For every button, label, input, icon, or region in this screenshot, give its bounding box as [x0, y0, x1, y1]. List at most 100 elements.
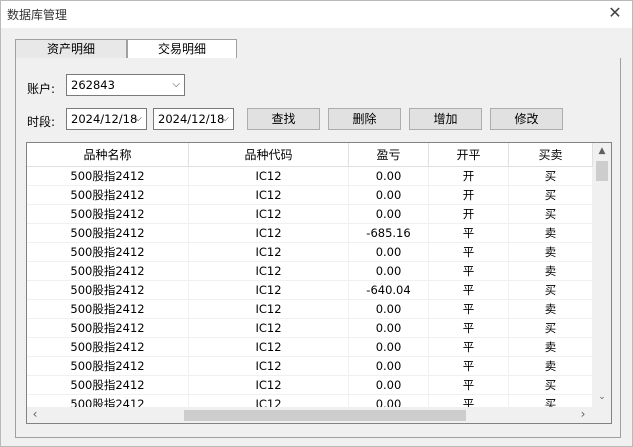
account-select[interactable]: 262843 ⌵ — [66, 74, 185, 96]
cell-name: 500股指2412 — [27, 357, 189, 376]
cell-buy-sell: 买 — [509, 186, 593, 205]
date-from-value: 2024/12/18 — [71, 112, 138, 126]
tab-asset-details[interactable]: 资产明细 — [15, 39, 127, 59]
cell-pnl: 0.00 — [349, 376, 429, 395]
cell-pnl: -685.16 — [349, 224, 429, 243]
cell-name: 500股指2412 — [27, 281, 189, 300]
table-row[interactable]: 500股指2412 IC12 0.00 开买 — [27, 186, 593, 205]
cell-pnl: 0.00 — [349, 319, 429, 338]
cell-name: 500股指2412 — [27, 186, 189, 205]
table-row[interactable]: 500股指2412 IC12 0.00 平卖 — [27, 243, 593, 262]
tab-trade-details[interactable]: 交易明细 — [127, 39, 237, 60]
table-row[interactable]: 500股指2412 IC12 0.00 平卖 — [27, 338, 593, 357]
cell-open-close: 平 — [429, 262, 509, 281]
arrow-right-icon[interactable]: › — [575, 407, 591, 423]
delete-button[interactable]: 删除 — [328, 108, 401, 130]
cell-name: 500股指2412 — [27, 224, 189, 243]
cell-buy-sell: 买 — [509, 319, 593, 338]
cell-pnl: 0.00 — [349, 205, 429, 224]
cell-buy-sell: 买 — [509, 205, 593, 224]
horizontal-scrollbar[interactable]: ‹ › — [27, 407, 593, 423]
horizontal-scroll-thumb[interactable] — [184, 410, 466, 421]
arrow-down-icon[interactable]: ⌄ — [593, 389, 611, 405]
column-header-name[interactable]: 品种名称 — [27, 143, 189, 167]
column-header-buy-sell[interactable]: 买卖 — [509, 143, 593, 167]
cell-pnl: 0.00 — [349, 338, 429, 357]
cell-buy-sell: 卖 — [509, 357, 593, 376]
table-row[interactable]: 500股指2412 IC12 0.00 平买 — [27, 395, 593, 407]
table-row[interactable]: 500股指2412 IC12 0.00 平卖 — [27, 262, 593, 281]
cell-buy-sell: 买 — [509, 395, 593, 407]
cell-open-close: 平 — [429, 243, 509, 262]
cell-name: 500股指2412 — [27, 395, 189, 407]
cell-pnl: 0.00 — [349, 395, 429, 407]
cell-code: IC12 — [189, 243, 349, 262]
trade-table: 品种名称 品种代码 盈亏 开平 买卖 500股指2412 IC12 0.00 开买 50… — [26, 142, 612, 424]
arrow-up-icon[interactable]: ▲ — [593, 143, 611, 159]
cell-buy-sell: 卖 — [509, 262, 593, 281]
cell-pnl: 0.00 — [349, 243, 429, 262]
cell-code: IC12 — [189, 281, 349, 300]
edit-button[interactable]: 修改 — [490, 108, 563, 130]
cell-pnl: 0.00 — [349, 300, 429, 319]
cell-name: 500股指2412 — [27, 243, 189, 262]
arrow-left-icon[interactable]: ‹ — [27, 407, 43, 423]
table-row[interactable]: 500股指2412 IC12 0.00 平买 — [27, 376, 593, 395]
date-from-picker[interactable]: 2024/12/18 ⌵ — [66, 108, 147, 130]
date-to-value: 2024/12/18 — [158, 112, 225, 126]
cell-buy-sell: 买 — [509, 281, 593, 300]
table-row[interactable]: 500股指2412 IC12 0.00 开买 — [27, 167, 593, 186]
title-bar: 数据库管理 ✕ — [1, 1, 632, 28]
tab-strip: 资产明细 交易明细 — [15, 39, 621, 60]
add-button[interactable]: 增加 — [409, 108, 482, 130]
cell-name: 500股指2412 — [27, 262, 189, 281]
table-row[interactable]: 500股指2412 IC12 -685.16 平卖 — [27, 224, 593, 243]
column-header-code[interactable]: 品种代码 — [189, 143, 349, 167]
cell-name: 500股指2412 — [27, 319, 189, 338]
cell-open-close: 平 — [429, 376, 509, 395]
chevron-down-icon: ⌵ — [221, 113, 229, 124]
table-row[interactable]: 500股指2412 IC12 0.00 开买 — [27, 205, 593, 224]
date-to-picker[interactable]: 2024/12/18 ⌵ — [153, 108, 234, 130]
cell-open-close: 平 — [429, 357, 509, 376]
cell-open-close: 平 — [429, 395, 509, 407]
scrollbar-corner — [593, 407, 611, 423]
cell-name: 500股指2412 — [27, 338, 189, 357]
cell-open-close: 平 — [429, 224, 509, 243]
cell-buy-sell: 卖 — [509, 243, 593, 262]
cell-open-close: 平 — [429, 300, 509, 319]
account-label: 账户: — [27, 82, 56, 96]
cell-code: IC12 — [189, 357, 349, 376]
cell-code: IC12 — [189, 186, 349, 205]
account-value: 262843 — [71, 78, 115, 92]
close-icon[interactable]: ✕ — [606, 4, 624, 22]
table-header: 品种名称 品种代码 盈亏 开平 买卖 — [27, 143, 593, 167]
cell-buy-sell: 卖 — [509, 224, 593, 243]
cell-pnl: 0.00 — [349, 262, 429, 281]
cell-code: IC12 — [189, 262, 349, 281]
cell-pnl: -640.04 — [349, 281, 429, 300]
vertical-scroll-thumb[interactable] — [596, 161, 608, 181]
cell-buy-sell: 卖 — [509, 300, 593, 319]
window-title: 数据库管理 — [7, 8, 68, 22]
cell-open-close: 平 — [429, 281, 509, 300]
cell-buy-sell: 卖 — [509, 338, 593, 357]
table-row[interactable]: 500股指2412 IC12 -640.04 平买 — [27, 281, 593, 300]
table-body: 500股指2412 IC12 0.00 开买 500股指2412 IC12 0.00 开买 50… — [27, 167, 593, 407]
cell-code: IC12 — [189, 224, 349, 243]
cell-code: IC12 — [189, 300, 349, 319]
column-header-open-close[interactable]: 开平 — [429, 143, 509, 167]
cell-pnl: 0.00 — [349, 186, 429, 205]
table-row[interactable]: 500股指2412 IC12 0.00 平买 — [27, 319, 593, 338]
cell-buy-sell: 买 — [509, 167, 593, 186]
table-row[interactable]: 500股指2412 IC12 0.00 平卖 — [27, 357, 593, 376]
table-row[interactable]: 500股指2412 IC12 0.00 平卖 — [27, 300, 593, 319]
cell-open-close: 平 — [429, 319, 509, 338]
chevron-down-icon: ⌵ — [172, 79, 180, 90]
cell-open-close: 平 — [429, 338, 509, 357]
cell-code: IC12 — [189, 338, 349, 357]
column-header-pnl[interactable]: 盈亏 — [349, 143, 429, 167]
vertical-scrollbar[interactable]: ▲ ⌄ — [593, 143, 611, 407]
search-button[interactable]: 查找 — [247, 108, 320, 130]
database-manager-window: 数据库管理 ✕ 资产明细 交易明细 账户: 262843 ⌵ 时段: 2024/… — [0, 0, 633, 447]
